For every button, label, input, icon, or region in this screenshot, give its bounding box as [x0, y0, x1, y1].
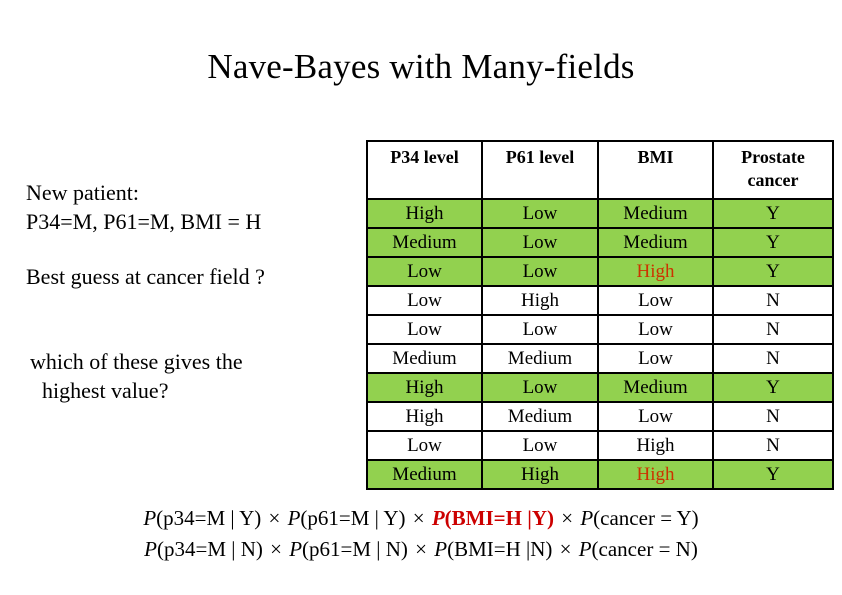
table-row: High Low Medium Y [366, 198, 834, 229]
cancer-field-question: Best guess at cancer field ? [26, 264, 265, 289]
table-row: Low High Low N [366, 285, 834, 316]
cell-bmi: Low [597, 401, 714, 432]
cell-p34-level: Low [366, 285, 483, 316]
cell-p34-level: High [366, 372, 483, 403]
formula-no-args2: (p61=M | N) [302, 537, 408, 561]
table-row: High Low Medium Y [366, 372, 834, 403]
highest-value-prompt: which of these gives the highest value? [26, 347, 362, 405]
cell-p61-level: High [481, 459, 599, 490]
highest-value-prompt-line1: which of these gives the [30, 349, 243, 374]
cell-p61-level: Low [481, 372, 599, 403]
cell-prostate-cancer: Y [712, 459, 834, 490]
column-header-prostate-cancer-line1: Prostate [741, 147, 805, 167]
formula-yes-args2: (p61=M | Y) [300, 506, 406, 530]
formula-yes-bmi-term: P(BMI=H |Y) [432, 506, 554, 530]
formula-no-p3: P [434, 537, 448, 561]
cell-bmi: Medium [597, 372, 714, 403]
cell-bmi: Low [597, 343, 714, 374]
cell-p61-level: Low [481, 314, 599, 345]
formula-yes-p2: P [287, 506, 301, 530]
formula-yes-args1: (p34=M | Y) [156, 506, 262, 530]
table-header-row: P34 level P61 level BMI Prostate cancer [366, 140, 834, 200]
cell-bmi: Low [597, 314, 714, 345]
column-header-bmi: BMI [597, 140, 714, 200]
column-header-p34: P34 level [366, 140, 483, 200]
cell-p34-level: High [366, 401, 483, 432]
formula-yes-p1: P [143, 506, 157, 530]
cell-p61-level: Low [481, 198, 599, 229]
table-row: Medium High High Y [366, 459, 834, 490]
cell-p34-level: Low [366, 256, 483, 287]
cell-bmi: High [597, 256, 714, 287]
cell-prostate-cancer: Y [712, 198, 834, 229]
formula-no-p2: P [289, 537, 303, 561]
cell-p61-level: Low [481, 430, 599, 461]
cell-p34-level: Medium [366, 343, 483, 374]
cell-p34-level: Medium [366, 227, 483, 258]
formula-no-op1: × [270, 537, 282, 561]
table-row: Low Low High N [366, 430, 834, 461]
cell-p61-level: Medium [481, 401, 599, 432]
highest-value-prompt-line2: highest value? [42, 378, 169, 403]
table-body: High Low Medium Y Medium Low Medium Y Low Low High… [366, 198, 834, 490]
formula-line-no: P(p34=M | N) × P(p61=M | N) × P(BMI=H |N… [0, 534, 842, 565]
cell-p34-level: High [366, 198, 483, 229]
cell-prostate-cancer: N [712, 430, 834, 461]
formula-line-yes: P(p34=M | Y) × P(p61=M | Y) × P(BMI=H |Y… [0, 503, 842, 534]
evidence-table: P34 level P61 level BMI Prostate cancer … [366, 140, 834, 490]
formula-no-args3: (BMI=H |N) [447, 537, 553, 561]
formula-yes-op1: × [268, 506, 281, 530]
column-header-prostate-cancer-line2: cancer [747, 170, 799, 190]
cell-prostate-cancer: Y [712, 227, 834, 258]
formula-yes-args4: (cancer = Y) [593, 506, 699, 530]
cell-p34-level: Medium [366, 459, 483, 490]
column-header-p61-line1: P61 level [505, 147, 575, 167]
cell-bmi: Medium [597, 198, 714, 229]
formula-no-op3: × [559, 537, 572, 561]
cell-bmi: Low [597, 285, 714, 316]
page-title: Nave-Bayes with Many-fields [207, 47, 635, 86]
column-header-p34-line1: P34 level [390, 147, 459, 167]
formula-yes-args3: (BMI=H |Y) [444, 506, 554, 530]
formula-no-args1: (p34=M | N) [156, 537, 263, 561]
table-row: Medium Low Medium Y [366, 227, 834, 258]
cell-bmi: High [597, 459, 714, 490]
new-patient-values: P34=M, P61=M, BMI = H [26, 209, 262, 234]
cell-prostate-cancer: Y [712, 256, 834, 287]
formula-yes-op2: × [412, 506, 425, 530]
cell-p34-level: Low [366, 314, 483, 345]
column-header-bmi-line1: BMI [637, 147, 674, 167]
cell-p34-level: Low [366, 430, 483, 461]
cell-prostate-cancer: N [712, 285, 834, 316]
table-row: Medium Medium Low N [366, 343, 834, 374]
cell-prostate-cancer: N [712, 343, 834, 374]
new-patient-label: New patient: [26, 180, 140, 205]
formula-no-op2: × [415, 537, 427, 561]
formula-yes-p3: P [431, 506, 445, 530]
cell-prostate-cancer: N [712, 401, 834, 432]
cell-p61-level: High [481, 285, 599, 316]
narrative-column: New patient: P34=M, P61=M, BMI = H Best … [26, 178, 362, 405]
formula-yes-op3: × [561, 506, 574, 530]
cell-p61-level: Low [481, 227, 599, 258]
probability-formulas: P(p34=M | Y) × P(p61=M | Y) × P(BMI=H |Y… [0, 503, 842, 565]
cell-p61-level: Low [481, 256, 599, 287]
formula-no-args4: (cancer = N) [591, 537, 698, 561]
cell-prostate-cancer: Y [712, 372, 834, 403]
formula-yes-p4: P [580, 506, 594, 530]
formula-no-p4: P [578, 537, 592, 561]
table-row: Low Low Low N [366, 314, 834, 345]
table-row: Low Low High Y [366, 256, 834, 287]
cell-prostate-cancer: N [712, 314, 834, 345]
column-header-prostate-cancer: Prostate cancer [712, 140, 834, 200]
formula-no-p1: P [144, 537, 157, 561]
cell-bmi: High [597, 430, 714, 461]
column-header-p61: P61 level [481, 140, 599, 200]
table-row: High Medium Low N [366, 401, 834, 432]
cell-p61-level: Medium [481, 343, 599, 374]
cell-bmi: Medium [597, 227, 714, 258]
